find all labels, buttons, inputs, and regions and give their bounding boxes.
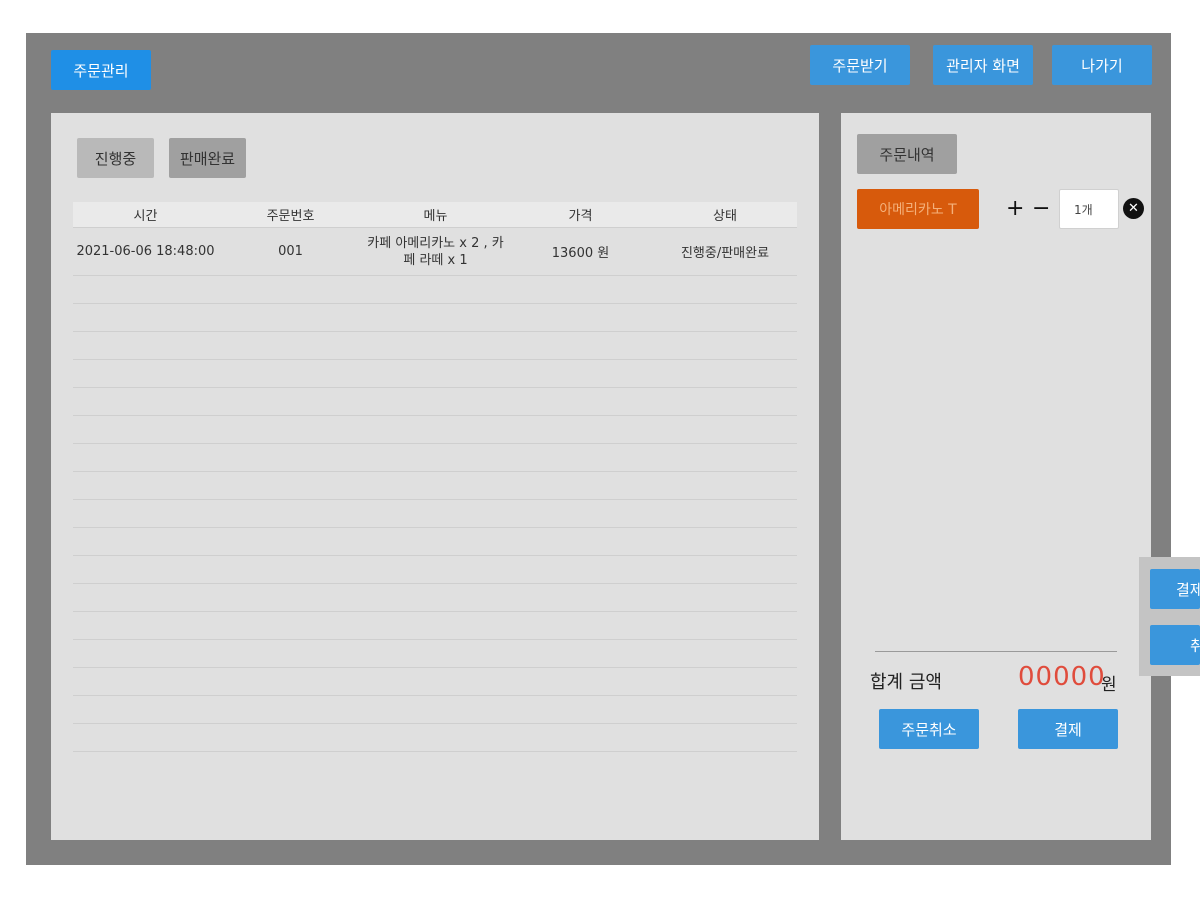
- total-amount: 00000: [1018, 662, 1106, 692]
- table-row-empty: [73, 696, 797, 724]
- table-row-empty: [73, 528, 797, 556]
- table-row-empty: [73, 556, 797, 584]
- table-row[interactable]: 2021-06-06 18:48:00 001 카페 아메리카노 x 2 , 카…: [73, 228, 797, 276]
- table-row-empty: [73, 640, 797, 668]
- filter-completed-button[interactable]: 판매완료: [169, 138, 246, 178]
- table-row-empty: [73, 724, 797, 752]
- column-header-order-number: 주문번호: [266, 209, 315, 224]
- table-row-empty: [73, 416, 797, 444]
- cell-order-number: 001: [278, 244, 303, 259]
- table-row-empty: [73, 360, 797, 388]
- take-order-button[interactable]: 주문받기: [810, 45, 910, 85]
- total-divider: [875, 651, 1117, 652]
- cancel-order-button[interactable]: 주문취소: [879, 709, 979, 749]
- filter-in-progress-button[interactable]: 진행중: [77, 138, 154, 178]
- column-header-status: 상태: [713, 209, 737, 224]
- order-history-tab[interactable]: 주문내역: [857, 134, 957, 174]
- table-row-empty: [73, 612, 797, 640]
- cell-menu: 카페 아메리카노 x 2 , 카페 라떼 x 1: [367, 235, 504, 268]
- total-label: 합계 금액: [870, 672, 942, 693]
- admin-screen-button[interactable]: 관리자 화면: [933, 45, 1033, 85]
- remove-item-icon[interactable]: ✕: [1123, 198, 1144, 219]
- column-header-time: 시간: [133, 209, 158, 224]
- order-item-name[interactable]: 아메리카노 T: [857, 189, 979, 229]
- table-row-empty: [73, 332, 797, 360]
- table-row-empty: [73, 444, 797, 472]
- column-header-price: 가격: [568, 209, 593, 224]
- table-row-empty: [73, 668, 797, 696]
- table-header: 시간 주문번호 메뉴 가격 상태: [73, 202, 797, 228]
- cell-status: 진행중/판매완료: [680, 246, 770, 261]
- popup-cancel-button[interactable]: 취소: [1150, 625, 1200, 665]
- table-row-empty: [73, 472, 797, 500]
- table-row-empty: [73, 388, 797, 416]
- total-unit: 원: [1101, 675, 1117, 695]
- column-header-menu: 메뉴: [423, 209, 448, 224]
- quantity-field[interactable]: 1개: [1059, 189, 1119, 229]
- exit-button[interactable]: 나가기: [1052, 45, 1152, 85]
- orders-table: 시간 주문번호 메뉴 가격 상태 2021-06-06 18:48:00 001…: [73, 202, 797, 752]
- table-row-empty: [73, 276, 797, 304]
- pay-button[interactable]: 결제: [1018, 709, 1118, 749]
- cell-time: 2021-06-06 18:48:00: [76, 244, 215, 259]
- table-row-empty: [73, 304, 797, 332]
- decrease-quantity-button[interactable]: −: [1032, 196, 1050, 222]
- increase-quantity-button[interactable]: +: [1006, 196, 1024, 222]
- table-row-empty: [73, 584, 797, 612]
- order-management-button[interactable]: 주문관리: [51, 50, 151, 90]
- table-row-empty: [73, 500, 797, 528]
- cell-price: 13600 원: [551, 246, 610, 261]
- popup-pay-button[interactable]: 결제: [1150, 569, 1200, 609]
